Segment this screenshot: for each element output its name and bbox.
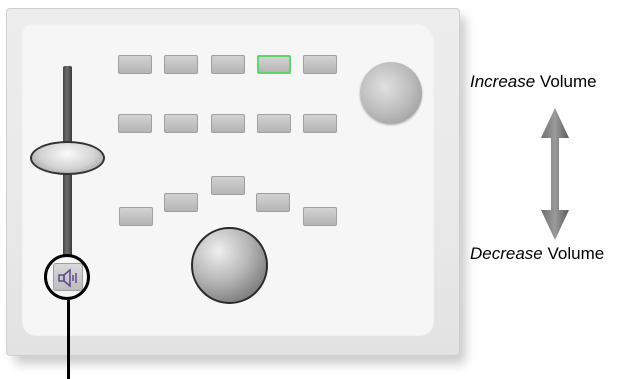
increase-volume-label: Increase Volume [470, 72, 597, 91]
arc-key-top[interactable] [211, 176, 245, 195]
top-row-key-3[interactable] [211, 55, 245, 74]
decrease-volume-label: Decrease Volume [470, 244, 605, 263]
arc-key-left-inner[interactable] [164, 193, 198, 212]
second-row-key-2[interactable] [164, 114, 198, 133]
second-row-key-3[interactable] [211, 114, 245, 133]
double-arrow-icon [541, 108, 569, 240]
top-row-key-1[interactable] [118, 55, 152, 74]
arc-key-right-inner[interactable] [256, 193, 290, 212]
second-row-key-5[interactable] [303, 114, 337, 133]
volume-fader-knob[interactable] [30, 141, 105, 175]
second-row-key-4[interactable] [257, 114, 291, 133]
top-row-key-5[interactable] [303, 55, 337, 74]
top-row-key-4[interactable] [257, 55, 291, 74]
top-row-key-2[interactable] [164, 55, 198, 74]
mute-callout-circle [44, 254, 90, 300]
arc-key-right-outer[interactable] [303, 207, 337, 226]
small-rotary-knob[interactable] [360, 62, 422, 124]
arc-key-left-outer[interactable] [119, 207, 153, 226]
mute-callout-line [67, 300, 70, 379]
second-row-key-1[interactable] [118, 114, 152, 133]
jog-dial-knob[interactable] [191, 227, 268, 304]
